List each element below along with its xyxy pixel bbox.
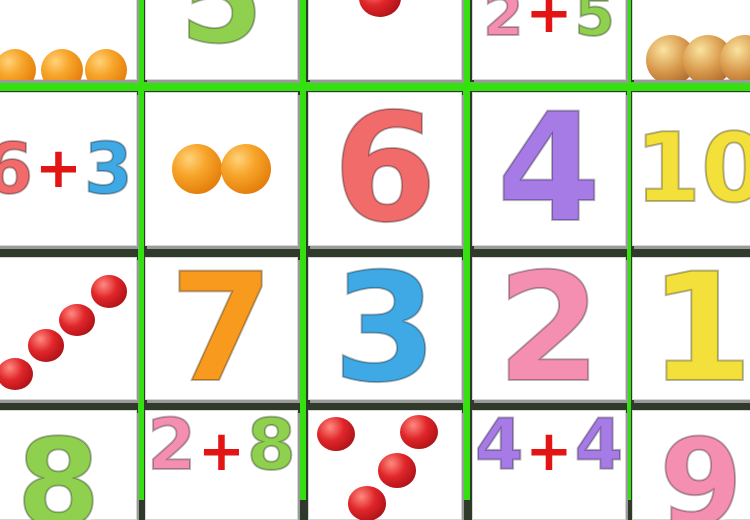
card-number: 2 xyxy=(496,257,602,400)
apple-icon xyxy=(399,414,438,450)
orange-icon xyxy=(172,144,223,194)
apple-icon xyxy=(316,417,355,452)
game-card[interactable]: 2 +5 xyxy=(472,0,626,80)
game-card[interactable] xyxy=(308,0,462,80)
game-card[interactable]: 8 xyxy=(0,410,137,520)
game-card[interactable] xyxy=(632,0,750,80)
plus-sign: + xyxy=(35,136,82,201)
card-number: 7 xyxy=(168,257,274,400)
game-card[interactable] xyxy=(308,410,462,520)
card-number: 8 xyxy=(16,415,101,520)
grid-line xyxy=(463,0,470,500)
grid-line xyxy=(627,0,631,500)
apple-icon xyxy=(378,453,417,488)
game-card[interactable]: 2 +8 xyxy=(145,410,298,520)
game-card[interactable]: 3 xyxy=(308,257,462,400)
game-card[interactable] xyxy=(0,0,137,80)
plus-sign: + xyxy=(198,419,245,484)
plus-sign: + xyxy=(525,0,573,46)
sum-operand-a: 2 xyxy=(482,0,524,49)
card-number: 10 xyxy=(634,113,750,224)
card-number: 3 xyxy=(332,257,438,400)
card-number: 1 xyxy=(648,257,750,400)
game-card[interactable]: 9 xyxy=(632,410,750,520)
game-card[interactable]: 4 xyxy=(472,92,626,246)
card-number: 6 xyxy=(332,92,438,246)
apple-icon xyxy=(59,303,96,337)
game-card[interactable]: 2 xyxy=(472,257,626,400)
game-card[interactable] xyxy=(0,257,137,400)
card-number: 5 xyxy=(179,0,264,71)
apple-icon xyxy=(90,275,127,308)
sum-operand-a: 4 xyxy=(474,410,525,486)
game-card[interactable]: 4 +4 xyxy=(472,410,626,520)
sum-operand-b: 8 xyxy=(246,410,297,486)
sum-operand-b: 4 xyxy=(573,410,624,486)
grid-line xyxy=(138,0,144,500)
sum-operand-a: 6 xyxy=(0,128,34,210)
orange-icon xyxy=(0,49,36,80)
plus-sign: + xyxy=(525,419,573,484)
grid-line xyxy=(300,0,306,500)
memory-game-board: 5 2 +5 6 +3 6 4 10 7 3 2 1 8 2 +8 4 +4 9 xyxy=(0,0,750,520)
card-number: 9 xyxy=(658,415,743,520)
sum-operand-b: 5 xyxy=(573,0,615,49)
game-card[interactable]: 6 xyxy=(308,92,462,246)
sum-operand-a: 2 xyxy=(146,410,197,486)
game-card[interactable]: 1 xyxy=(632,257,750,400)
apple-icon xyxy=(27,329,64,362)
orange-icon xyxy=(40,49,83,80)
game-card[interactable]: 5 xyxy=(145,0,298,80)
game-card[interactable]: 6 +3 xyxy=(0,92,137,246)
game-card[interactable] xyxy=(145,92,298,246)
card-number: 4 xyxy=(496,92,602,246)
orange-icon xyxy=(220,144,271,194)
game-card[interactable]: 7 xyxy=(145,257,298,400)
grid-line xyxy=(0,82,750,91)
sum-operand-b: 3 xyxy=(83,128,134,210)
orange-icon xyxy=(84,49,127,80)
apple-icon xyxy=(359,0,402,17)
game-card[interactable]: 10 xyxy=(632,92,750,246)
apple-icon xyxy=(0,358,33,391)
apple-icon xyxy=(347,486,386,520)
